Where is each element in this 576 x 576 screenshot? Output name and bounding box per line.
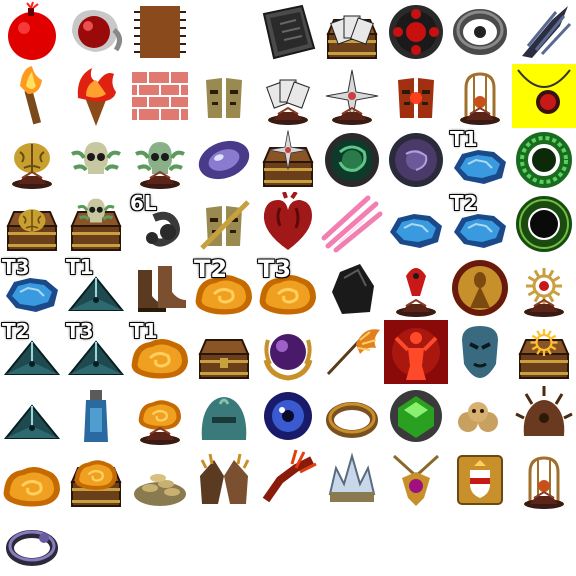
empty-slot [192, 0, 256, 64]
amber-icon[interactable]: T1 [128, 320, 192, 384]
purple-disc-icon[interactable] [192, 128, 256, 192]
dark-card-icon[interactable] [256, 0, 320, 64]
obsidian-icon[interactable] [320, 256, 384, 320]
ruby-orb-icon[interactable] [64, 0, 128, 64]
twin-idol-icon[interactable] [192, 64, 256, 128]
skull-pedestal-icon[interactable] [128, 128, 192, 192]
ruby-amulet-icon[interactable] [512, 64, 576, 128]
flame-torch-icon[interactable] [64, 64, 128, 128]
idol-sword-icon[interactable] [192, 192, 256, 256]
amber-chest-icon[interactable] [64, 448, 128, 512]
beak-pedestal-icon[interactable] [384, 256, 448, 320]
amber-icon[interactable] [0, 448, 64, 512]
skull-pile-icon[interactable] [448, 384, 512, 448]
socket-link-icon[interactable]: 6L [128, 192, 192, 256]
ice-crown-icon[interactable] [320, 448, 384, 512]
blue-ore-icon[interactable]: T1 [448, 128, 512, 192]
blue-flask-icon[interactable] [64, 384, 128, 448]
fire-claw-icon[interactable] [256, 448, 320, 512]
torch-icon[interactable] [0, 64, 64, 128]
goddess-icon[interactable] [448, 256, 512, 320]
coin-pile-icon[interactable] [128, 448, 192, 512]
skull-chest-icon[interactable] [64, 192, 128, 256]
bird-feather-icon[interactable] [320, 320, 384, 384]
green-gem-icon[interactable] [384, 384, 448, 448]
dark-ring-icon[interactable] [512, 192, 576, 256]
gear-pedestal-icon[interactable] [512, 256, 576, 320]
sun-chest-icon[interactable] [512, 320, 576, 384]
card-chest-icon[interactable] [320, 0, 384, 64]
violet-seal-icon[interactable] [384, 128, 448, 192]
card-pedestal-icon[interactable] [256, 64, 320, 128]
brick-wall-icon[interactable] [128, 64, 192, 128]
dark-claw-icon[interactable] [512, 0, 576, 64]
heart-icon[interactable] [256, 192, 320, 256]
treasure-chest-icon[interactable] [192, 320, 256, 384]
cage-relic-icon[interactable] [512, 448, 576, 512]
teal-helm-icon[interactable] [192, 384, 256, 448]
blue-ore-icon[interactable]: T2 [448, 192, 512, 256]
skull-green-icon[interactable] [64, 128, 128, 192]
spiked-helm-icon[interactable] [512, 384, 576, 448]
golden-brain-icon[interactable] [0, 128, 64, 192]
amber-pedestal-icon[interactable] [128, 384, 192, 448]
cage-relic-icon[interactable] [448, 64, 512, 128]
gauntlets-icon[interactable] [192, 448, 256, 512]
green-seal-icon[interactable] [320, 128, 384, 192]
amber-icon[interactable]: T2 [192, 256, 256, 320]
blue-ore-icon[interactable] [384, 192, 448, 256]
brain-chest-icon[interactable] [0, 192, 64, 256]
prism-icon[interactable]: T1 [64, 256, 128, 320]
violet-ring-icon[interactable] [0, 512, 64, 576]
prism-icon[interactable] [0, 384, 64, 448]
green-ring-icon[interactable] [512, 128, 576, 192]
blue-ore-icon[interactable]: T3 [0, 256, 64, 320]
pink-slash-icon[interactable] [320, 192, 384, 256]
ruby-idol-icon[interactable] [384, 64, 448, 128]
icon-sprite-sheet: T1 6L T2 T3 T1 T2 T3 T2 T3 T1 [0, 0, 576, 576]
bronze-ring-icon[interactable] [320, 384, 384, 448]
red-figure-icon[interactable] [384, 320, 448, 384]
compass-chest-icon[interactable] [256, 128, 320, 192]
compass-star-icon[interactable] [320, 64, 384, 128]
prism-icon[interactable]: T3 [64, 320, 128, 384]
red-bomb-icon[interactable] [0, 0, 64, 64]
gem-amulet-icon[interactable] [384, 448, 448, 512]
red-seal-icon[interactable] [384, 0, 448, 64]
blue-mask-icon[interactable] [448, 320, 512, 384]
boots-icon[interactable] [128, 256, 192, 320]
purple-orb-claw-icon[interactable] [256, 320, 320, 384]
circuit-chip-icon[interactable] [128, 0, 192, 64]
twisted-ring-icon[interactable] [448, 0, 512, 64]
prism-icon[interactable]: T2 [0, 320, 64, 384]
blue-eye-icon[interactable] [256, 384, 320, 448]
amber-icon[interactable]: T3 [256, 256, 320, 320]
gold-crest-icon[interactable] [448, 448, 512, 512]
